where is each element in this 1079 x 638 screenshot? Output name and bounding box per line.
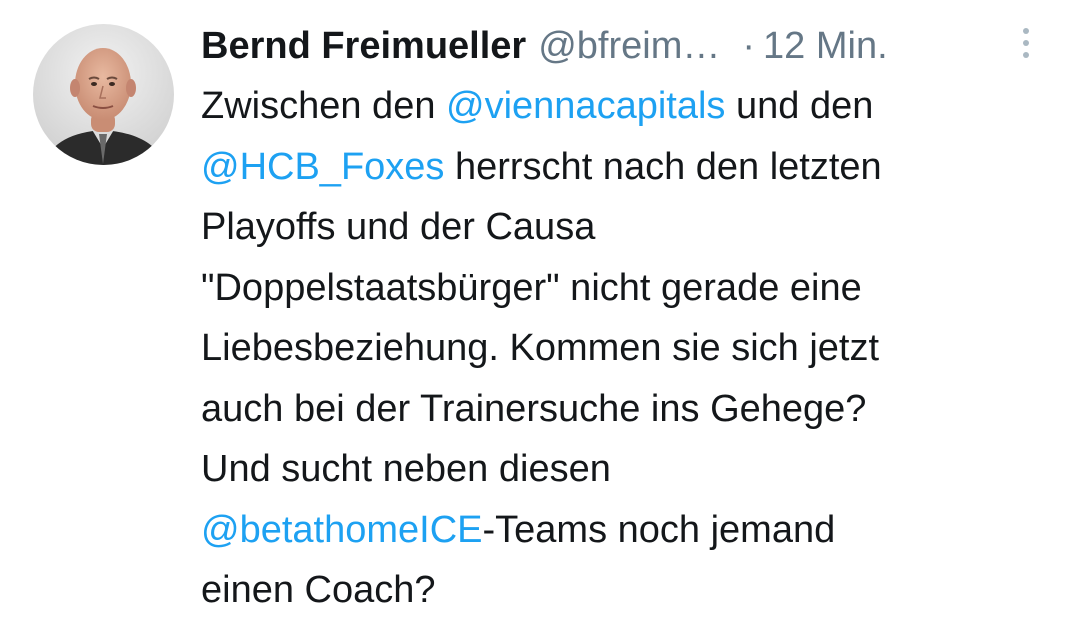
more-options-icon[interactable] bbox=[1014, 28, 1038, 64]
avatar[interactable] bbox=[33, 24, 174, 165]
tweet-text-segment: einen Coach? bbox=[201, 569, 436, 611]
tweet-text-line: auch bei der Trainersuche ins Gehege? bbox=[201, 379, 1046, 440]
tweet-text-segment: -Teams noch jemand bbox=[482, 508, 836, 551]
tweet-text: Zwischen den @viennacapitals und den @HCB… bbox=[201, 76, 1046, 621]
tweet-timestamp[interactable]: 12 Min. bbox=[763, 16, 888, 76]
tweet-text-segment: auch bei der Trainersuche ins Gehege? bbox=[201, 387, 867, 430]
tweet-text-line: @betathomeICE-Teams noch jemand bbox=[201, 500, 1046, 561]
mention-link[interactable]: @viennacapitals bbox=[446, 85, 725, 127]
tweet-text-line: @HCB_Foxes herrscht nach den letzten bbox=[201, 137, 1046, 198]
tweet-text-segment: Liebesbeziehung. Kommen sie sich jetzt bbox=[201, 327, 880, 369]
tweet-text-segment: Playoffs und der Causa bbox=[201, 206, 596, 248]
author-name[interactable]: Bernd Freimueller bbox=[201, 16, 526, 76]
tweet-text-line: Liebesbeziehung. Kommen sie sich jetzt bbox=[201, 318, 1046, 379]
header-separator: · bbox=[742, 25, 756, 67]
tweet-text-line: Zwischen den @viennacapitals und den bbox=[201, 76, 1046, 137]
tweet-text-segment: "Doppelstaatsbürger" nicht gerade eine bbox=[201, 266, 862, 309]
avatar-photo-icon bbox=[33, 24, 174, 165]
author-handle[interactable]: @bfreim… bbox=[538, 16, 720, 76]
tweet-text-segment: herrscht nach den letzten bbox=[444, 145, 882, 188]
tweet-text-line: Und sucht neben diesen bbox=[201, 439, 1046, 500]
tweet-text-line: Playoffs und der Causa bbox=[201, 197, 1046, 258]
tweet-text-line: einen Coach? bbox=[201, 560, 1046, 621]
tweet-content: Bernd Freimueller @bfreim… · 12 Min. Zwi… bbox=[201, 16, 1046, 621]
mention-link[interactable]: @HCB_Foxes bbox=[201, 146, 444, 188]
tweet-text-segment: Und sucht neben diesen bbox=[201, 448, 611, 490]
tweet-text-segment: und den bbox=[725, 85, 874, 127]
mention-link[interactable]: @betathomeICE bbox=[201, 509, 483, 551]
tweet-text-segment: Zwischen den bbox=[201, 85, 447, 127]
tweet-header: Bernd Freimueller @bfreim… · 12 Min. bbox=[201, 16, 1046, 76]
tweet[interactable]: Bernd Freimueller @bfreim… · 12 Min. Zwi… bbox=[0, 0, 1079, 638]
tweet-text-line: "Doppelstaatsbürger" nicht gerade eine bbox=[201, 258, 1046, 319]
